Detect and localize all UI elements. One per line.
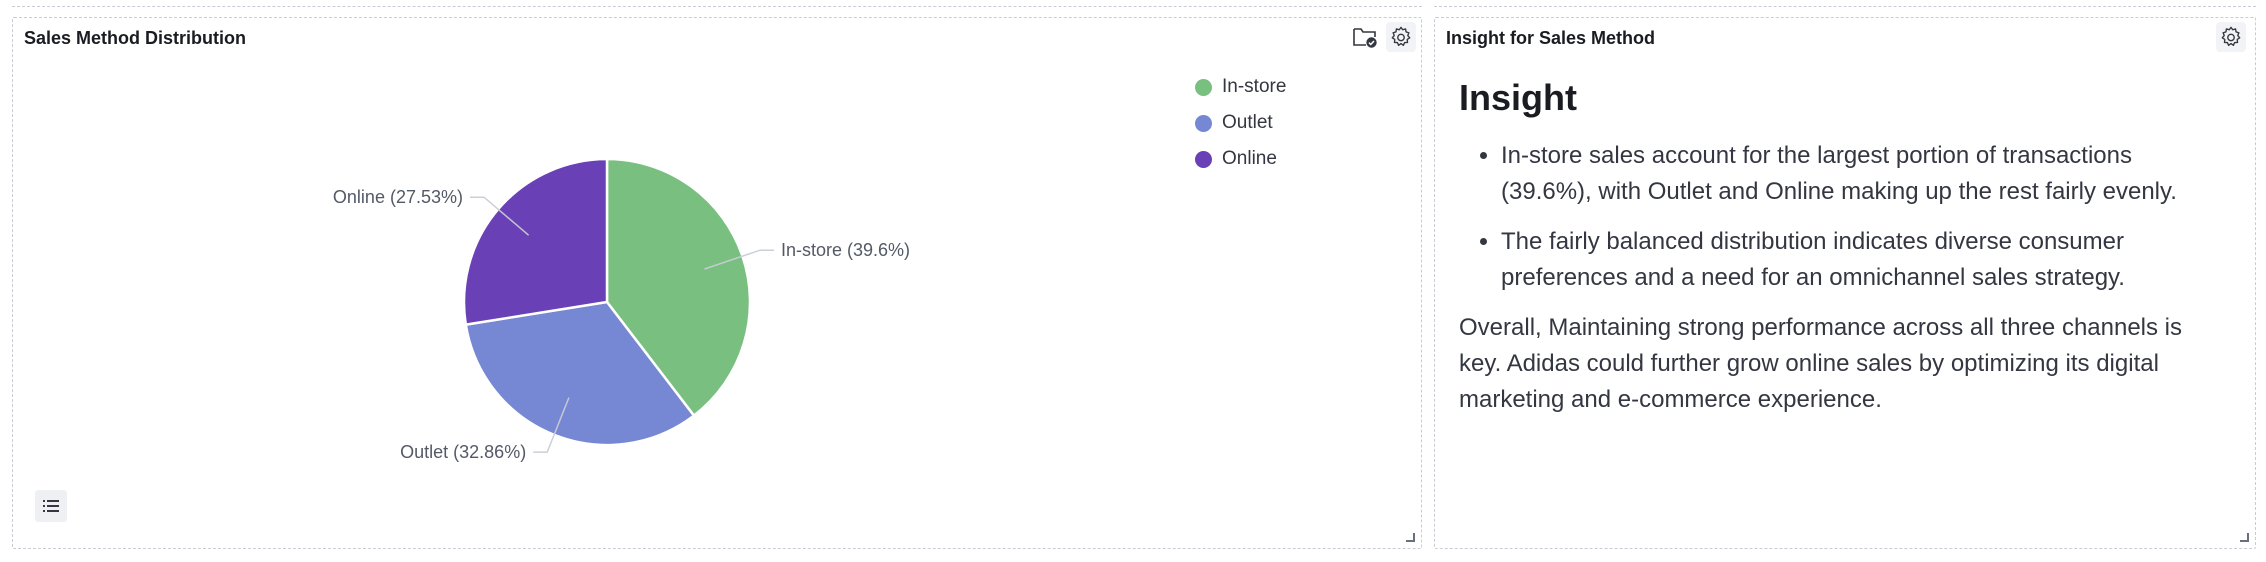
pie-data-label: Outlet (32.86%) <box>400 442 526 462</box>
panel-title: Insight for Sales Method <box>1446 28 1656 48</box>
resize-handle-icon[interactable] <box>1406 533 1415 542</box>
legend-label: Outlet <box>1222 112 1273 133</box>
insight-heading: Insight <box>1459 77 1577 118</box>
insight-bullet: In-store sales account for the largest p… <box>1501 138 2221 210</box>
insight-list: In-store sales account for the largest p… <box>1459 138 2221 296</box>
legend-swatch <box>1195 78 1212 96</box>
legend-swatch <box>1195 150 1212 168</box>
legend-item-outlet[interactable]: Outlet <box>1195 105 1286 141</box>
legend-label: Online <box>1222 148 1277 169</box>
legend-label: In-store <box>1222 76 1287 97</box>
insight-paragraph: Overall, Maintaining strong performance … <box>1459 314 2183 413</box>
panel-settings-button[interactable] <box>2216 22 2246 52</box>
legend-swatch <box>1195 114 1212 132</box>
legend-toggle-button[interactable] <box>35 490 67 522</box>
pie-data-label: Online (27.53%) <box>333 187 463 207</box>
insight-bullet: The fairly balanced distribution indicat… <box>1501 224 2221 296</box>
insight-content: Insight In-store sales account for the l… <box>1459 76 2221 418</box>
sales-method-panel: Sales Method Distribution In-store (39.6… <box>12 17 1422 549</box>
legend-item-online[interactable]: Online <box>1195 141 1286 177</box>
pie-data-label: In-store (39.6%) <box>781 240 910 260</box>
gear-icon <box>2221 26 2241 47</box>
list-icon <box>43 500 59 512</box>
upper-panel-edge-left <box>12 0 1422 7</box>
insight-panel: Insight for Sales Method Insight In-stor… <box>1434 17 2256 549</box>
upper-panel-edge-right <box>1434 0 2256 7</box>
pie-slice-online[interactable] <box>462 157 609 327</box>
legend-item-in-store[interactable]: In-store <box>1195 69 1286 105</box>
chart-legend: In-store Outlet Online <box>1195 69 1286 177</box>
resize-handle-icon[interactable] <box>2240 533 2249 542</box>
